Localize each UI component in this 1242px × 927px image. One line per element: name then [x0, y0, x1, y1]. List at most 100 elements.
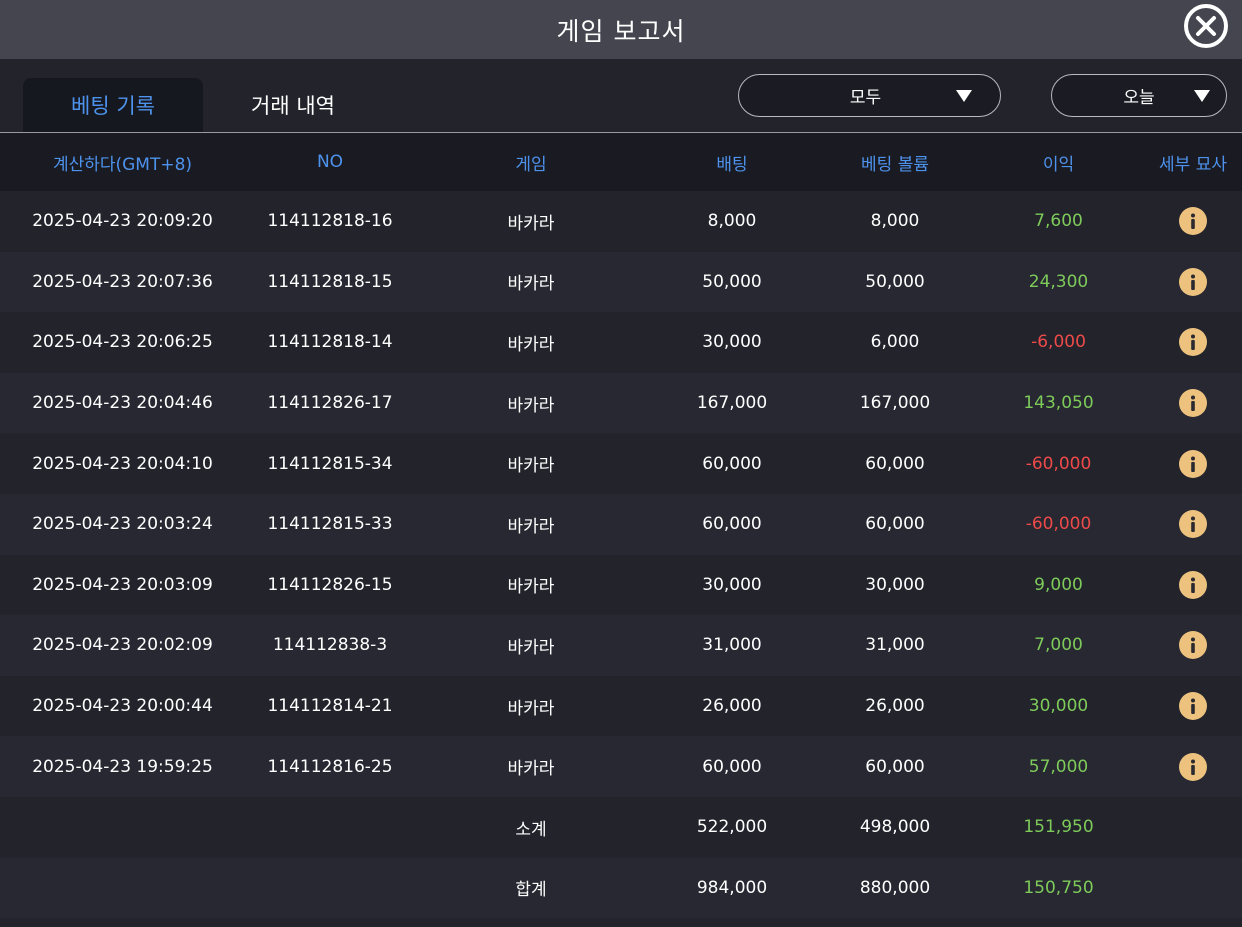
cell-time: 2025-04-23 20:03:24	[32, 514, 213, 535]
table-row: 2025-04-23 20:06:25 114112818-14 바카라 30,000…	[0, 312, 1242, 373]
info-glyph	[1191, 213, 1195, 230]
cell-bet: 60,000	[702, 514, 762, 535]
cell-game: 바카라	[507, 456, 555, 477]
table-header: 계산하다(GMT+8) NO 게임 배팅 베팅 볼륨 이익 세부 묘사	[0, 133, 1242, 191]
cell-volume: 167,000	[859, 393, 931, 414]
cell-game: 바카라	[507, 577, 555, 598]
info-icon[interactable]	[1179, 692, 1207, 721]
column-header-detail: 세부 묘사	[1159, 154, 1227, 175]
cell-no: 114112814-21	[267, 696, 393, 717]
table-row: 2025-04-23 20:00:44 114112814-21 바카라 26,000…	[0, 675, 1242, 737]
info-glyph	[1191, 577, 1195, 593]
cell-bet: 167,000	[696, 393, 768, 414]
cell-game: 바카라	[507, 213, 555, 234]
table-body: 2025-04-23 20:09:20 114112818-16 바카라 8,000 8…	[0, 191, 1242, 797]
title-bar: 게임 보고서	[0, 0, 1242, 59]
cell-volume: 60,000	[865, 756, 925, 777]
tab-transaction-history[interactable]: 거래 내역	[203, 78, 383, 132]
close-icon	[1196, 16, 1216, 36]
cell-no: 114112815-33	[267, 514, 393, 535]
cell-bet: 8,000	[707, 211, 757, 232]
total-volume: 880,000	[859, 877, 931, 898]
cell-time: 2025-04-23 20:03:09	[32, 574, 213, 595]
cell-profit: 143,050	[1023, 393, 1094, 414]
cell-game: 바카라	[507, 637, 555, 658]
cell-volume: 8,000	[870, 211, 920, 232]
cell-profit: 30,000	[1028, 696, 1089, 717]
info-icon[interactable]	[1179, 267, 1207, 296]
subtotal-bet: 522,000	[696, 817, 768, 838]
cell-bet: 60,000	[702, 453, 762, 474]
cell-bet: 30,000	[702, 332, 762, 353]
betting-history-table: 계산하다(GMT+8) NO 게임 배팅 베팅 볼륨 이익 세부 묘사 2025…	[0, 133, 1242, 919]
period-filter-value: 오늘	[1123, 88, 1155, 108]
cell-volume: 30,000	[865, 574, 925, 595]
table-row: 2025-04-23 20:04:10 114112815-34 바카라 60,000…	[0, 433, 1242, 494]
cell-time: 2025-04-23 20:02:09	[32, 635, 213, 656]
cell-no: 114112818-15	[267, 271, 393, 292]
cell-game: 바카라	[507, 274, 555, 295]
cell-time: 2025-04-23 20:00:44	[32, 696, 213, 717]
cell-time: 2025-04-23 20:07:36	[32, 271, 213, 292]
cell-time: 2025-04-23 20:06:25	[32, 332, 213, 353]
table-row: 2025-04-23 20:04:46 114112826-17 바카라 167,00…	[0, 372, 1242, 434]
cell-no: 114112826-15	[267, 574, 393, 595]
window-title: 게임 보고서	[556, 16, 686, 46]
total-row: 합계 984,000 880,000 150,750	[0, 857, 1242, 919]
period-filter-dropdown[interactable]: 오늘	[1051, 74, 1227, 117]
cell-volume: 31,000	[865, 635, 925, 656]
cell-profit: -6,000	[1031, 332, 1086, 353]
info-glyph	[1191, 334, 1195, 351]
close-button[interactable]	[1184, 4, 1228, 48]
info-icon[interactable]	[1179, 449, 1207, 478]
cell-profit: -60,000	[1025, 453, 1092, 474]
subtotal-profit: 151,950	[1023, 817, 1094, 838]
cell-no: 114112818-16	[267, 211, 393, 232]
info-glyph	[1191, 698, 1195, 715]
subtotal-label: 소계	[515, 819, 547, 840]
info-icon[interactable]	[1179, 328, 1207, 357]
info-icon[interactable]	[1179, 207, 1207, 236]
table-row: 2025-04-23 20:09:20 114112818-16 바카라 8,000 8…	[0, 191, 1242, 252]
tab-bar: 베팅 기록 거래 내역 모두 오늘	[0, 59, 1242, 133]
cell-volume: 50,000	[865, 271, 925, 292]
cell-game: 바카라	[507, 759, 555, 780]
column-header-bet: 배팅	[716, 154, 748, 175]
table-row: 2025-04-23 20:02:09 114112838-3 바카라 31,000 3…	[0, 615, 1242, 676]
info-glyph	[1191, 637, 1195, 654]
type-filter-value: 모두	[849, 88, 882, 108]
cell-no: 114112826-17	[267, 393, 393, 414]
cell-time: 2025-04-23 20:09:20	[32, 211, 213, 232]
table-row: 2025-04-23 20:03:24 114112815-33 바카라 60,000…	[0, 493, 1242, 555]
cell-profit: 9,000	[1034, 574, 1083, 595]
type-filter-dropdown[interactable]: 모두	[738, 74, 1001, 117]
info-icon[interactable]	[1179, 752, 1207, 781]
column-header-game: 게임	[515, 154, 547, 175]
table-row: 2025-04-23 20:03:09 114112826-15 바카라 30,000…	[0, 554, 1242, 616]
cell-volume: 60,000	[865, 453, 925, 474]
column-header-no: NO	[316, 152, 344, 172]
subtotal-row: 소계 522,000 498,000 151,950	[0, 796, 1242, 858]
column-header-volume: 베팅 볼륨	[861, 154, 929, 175]
cell-game: 바카라	[507, 395, 555, 416]
total-bet: 984,000	[696, 877, 768, 898]
cell-profit: 7,000	[1034, 635, 1083, 656]
tab-betting-history[interactable]: 베팅 기록	[23, 78, 203, 132]
cell-bet: 26,000	[702, 696, 762, 717]
info-icon[interactable]	[1179, 389, 1207, 418]
info-icon[interactable]	[1179, 631, 1207, 660]
table-row: 2025-04-23 19:59:25 114112816-25 바카라 60,000…	[0, 736, 1242, 797]
total-profit: 150,750	[1023, 877, 1094, 898]
cell-profit: 24,300	[1028, 271, 1089, 292]
info-icon[interactable]	[1179, 570, 1207, 599]
info-glyph	[1191, 395, 1195, 412]
table-row: 2025-04-23 20:07:36 114112818-15 바카라 50,000…	[0, 251, 1242, 313]
info-glyph	[1191, 274, 1195, 290]
info-glyph	[1191, 759, 1195, 775]
subtotal-volume: 498,000	[859, 817, 931, 838]
cell-bet: 60,000	[702, 756, 762, 777]
cell-bet: 31,000	[702, 635, 762, 656]
cell-game: 바카라	[507, 698, 555, 719]
info-glyph	[1191, 516, 1195, 533]
info-icon[interactable]	[1179, 510, 1207, 539]
